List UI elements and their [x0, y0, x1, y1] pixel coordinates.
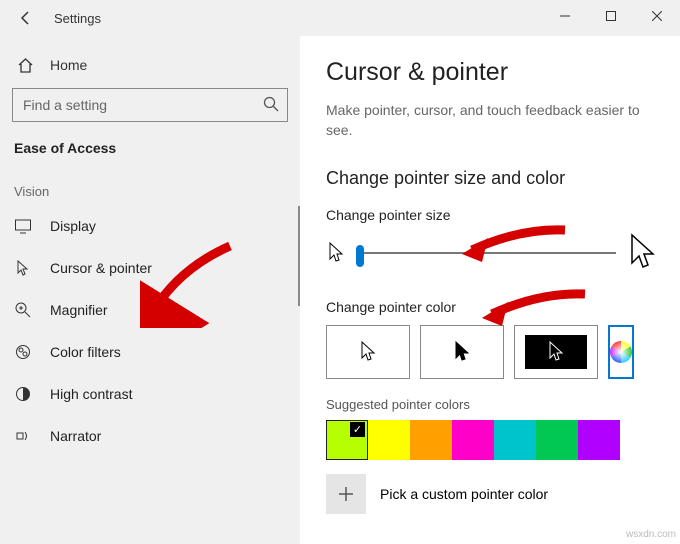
- suggested-colors-label: Suggested pointer colors: [326, 397, 658, 412]
- suggested-color-swatch[interactable]: [452, 420, 494, 460]
- search-icon: [262, 95, 280, 113]
- search-container: [12, 88, 288, 122]
- magnifier-icon: [14, 301, 32, 319]
- sidebar-item-high-contrast[interactable]: High contrast: [0, 373, 300, 415]
- close-button[interactable]: [634, 0, 680, 32]
- small-cursor-icon: [326, 241, 346, 265]
- slider-thumb[interactable]: [356, 245, 364, 267]
- pointer-custom-color-option[interactable]: [608, 325, 634, 379]
- pointer-black-option[interactable]: [420, 325, 504, 379]
- window-controls: [542, 0, 680, 32]
- add-custom-color-button[interactable]: [326, 474, 366, 514]
- group-heading: Vision: [0, 174, 300, 205]
- pointer-color-label: Change pointer color: [326, 299, 658, 315]
- sidebar-item-label: Color filters: [50, 344, 121, 360]
- cursor-icon: [14, 259, 32, 277]
- pointer-white-option[interactable]: [326, 325, 410, 379]
- search-input[interactable]: [12, 88, 288, 122]
- home-link[interactable]: Home: [0, 50, 300, 88]
- pointer-size-slider[interactable]: [356, 252, 616, 254]
- sidebar-item-label: Cursor & pointer: [50, 260, 152, 276]
- minimize-button[interactable]: [542, 0, 588, 32]
- pointer-size-slider-row: [326, 233, 658, 273]
- titlebar: Settings: [0, 0, 680, 36]
- sidebar-item-label: High contrast: [50, 386, 132, 402]
- page-description: Make pointer, cursor, and touch feedback…: [326, 101, 658, 140]
- suggested-color-swatch[interactable]: ✓: [326, 420, 368, 460]
- pointer-color-options: [326, 325, 658, 379]
- suggested-color-swatch[interactable]: [578, 420, 620, 460]
- sidebar-item-narrator[interactable]: Narrator: [0, 415, 300, 457]
- sidebar-item-magnifier[interactable]: Magnifier: [0, 289, 300, 331]
- custom-color-row: Pick a custom pointer color: [326, 474, 658, 514]
- suggested-color-swatch[interactable]: [368, 420, 410, 460]
- home-icon: [16, 56, 34, 74]
- window-title: Settings: [54, 11, 101, 26]
- sidebar: Home Ease of Access Vision Display Curso…: [0, 36, 300, 544]
- back-button[interactable]: [16, 8, 36, 28]
- sidebar-item-label: Narrator: [50, 428, 101, 444]
- suggested-color-swatch[interactable]: [410, 420, 452, 460]
- pointer-inverted-option[interactable]: [514, 325, 598, 379]
- sidebar-item-color-filters[interactable]: Color filters: [0, 331, 300, 373]
- sidebar-item-display[interactable]: Display: [0, 205, 300, 247]
- category-heading: Ease of Access: [0, 136, 300, 174]
- home-label: Home: [50, 57, 87, 73]
- pointer-size-label: Change pointer size: [326, 207, 658, 223]
- color-filters-icon: [14, 343, 32, 361]
- contrast-icon: [14, 385, 32, 403]
- sidebar-item-label: Magnifier: [50, 302, 108, 318]
- suggested-color-swatch[interactable]: [536, 420, 578, 460]
- suggested-color-swatch[interactable]: [494, 420, 536, 460]
- suggested-colors: ✓: [326, 420, 658, 460]
- section-heading: Change pointer size and color: [326, 168, 658, 189]
- main-content: Cursor & pointer Make pointer, cursor, a…: [300, 36, 680, 544]
- display-icon: [14, 217, 32, 235]
- sidebar-item-cursor-pointer[interactable]: Cursor & pointer: [0, 247, 300, 289]
- sidebar-item-label: Display: [50, 218, 96, 234]
- custom-color-label: Pick a custom pointer color: [380, 486, 548, 502]
- maximize-button[interactable]: [588, 0, 634, 32]
- large-cursor-icon: [626, 233, 658, 273]
- watermark: wsxdn.com: [626, 529, 676, 540]
- check-icon: ✓: [350, 422, 365, 437]
- narrator-icon: [14, 427, 32, 445]
- page-title: Cursor & pointer: [326, 58, 658, 87]
